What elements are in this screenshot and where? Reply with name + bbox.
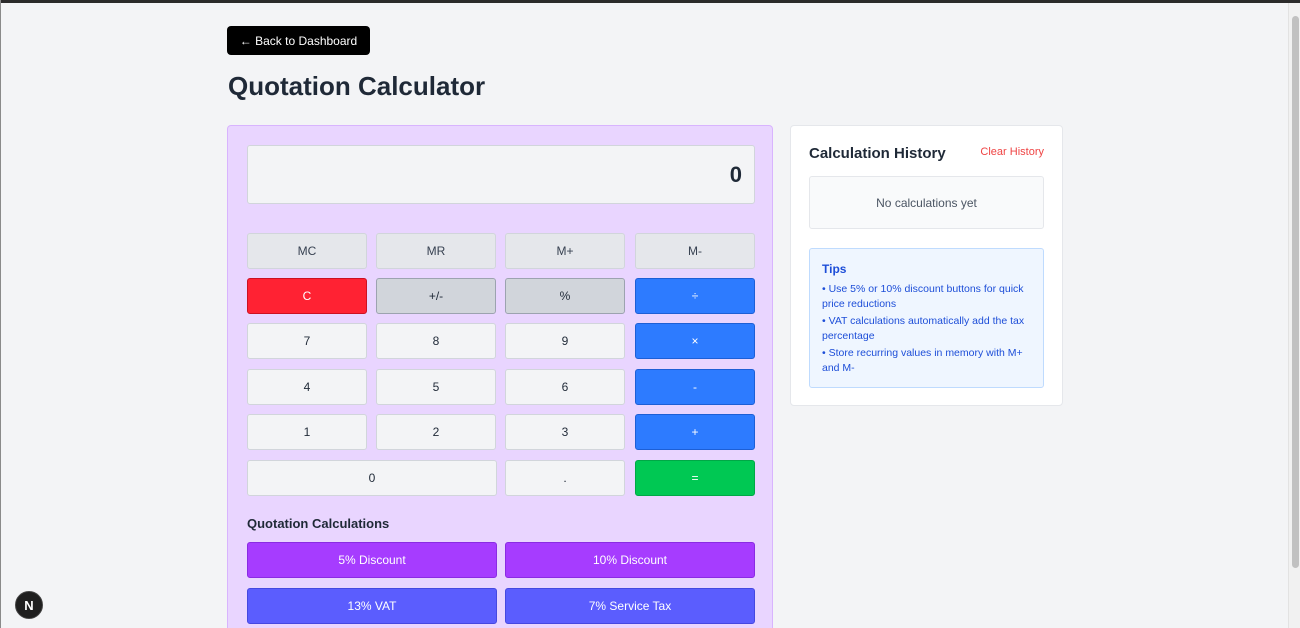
digit-7-button[interactable]: 7 bbox=[247, 323, 367, 359]
equals-button[interactable]: = bbox=[635, 460, 755, 496]
memory-clear-button[interactable]: MC bbox=[247, 233, 367, 269]
digit-4-button[interactable]: 4 bbox=[247, 369, 367, 405]
discount-10-button[interactable]: 10% Discount bbox=[505, 542, 755, 578]
memory-subtract-button[interactable]: M- bbox=[635, 233, 755, 269]
tip-item: • VAT calculations automatically add the… bbox=[822, 315, 1025, 342]
history-panel: Calculation History Clear History No cal… bbox=[790, 125, 1063, 406]
history-title: Calculation History bbox=[809, 145, 946, 162]
add-button[interactable]: + bbox=[635, 414, 755, 450]
digit-2-button[interactable]: 2 bbox=[376, 414, 496, 450]
history-empty-text: No calculations yet bbox=[876, 195, 977, 210]
memory-recall-button[interactable]: MR bbox=[376, 233, 496, 269]
digit-1-button[interactable]: 1 bbox=[247, 414, 367, 450]
digit-8-button[interactable]: 8 bbox=[376, 323, 496, 359]
divide-button[interactable]: ÷ bbox=[635, 278, 755, 314]
tips-title: Tips bbox=[822, 262, 847, 276]
tips-box: Tips • Use 5% or 10% discount buttons fo… bbox=[809, 248, 1044, 388]
digit-5-button[interactable]: 5 bbox=[376, 369, 496, 405]
back-to-dashboard-button[interactable]: ← Back to Dashboard bbox=[227, 26, 370, 55]
display-value: 0 bbox=[729, 161, 742, 187]
digit-6-button[interactable]: 6 bbox=[505, 369, 625, 405]
service-tax-7-button[interactable]: 7% Service Tax bbox=[505, 588, 755, 624]
clear-history-button[interactable]: Clear History bbox=[980, 146, 1044, 158]
digit-9-button[interactable]: 9 bbox=[505, 323, 625, 359]
discount-5-button[interactable]: 5% Discount bbox=[247, 542, 497, 578]
multiply-button[interactable]: × bbox=[635, 323, 755, 359]
toggle-sign-button[interactable]: +/- bbox=[376, 278, 496, 314]
vat-13-button[interactable]: 13% VAT bbox=[247, 588, 497, 624]
scrollbar-thumb[interactable] bbox=[1292, 16, 1299, 568]
page-title: Quotation Calculator bbox=[228, 71, 486, 101]
digit-3-button[interactable]: 3 bbox=[505, 414, 625, 450]
subtract-button[interactable]: - bbox=[635, 369, 755, 405]
nextjs-dev-badge-icon[interactable]: N bbox=[15, 591, 43, 619]
percent-button[interactable]: % bbox=[505, 278, 625, 314]
tip-item: • Store recurring values in memory with … bbox=[822, 347, 1023, 374]
memory-add-button[interactable]: M+ bbox=[505, 233, 625, 269]
decimal-button[interactable]: . bbox=[505, 460, 625, 496]
badge-letter: N bbox=[24, 597, 34, 613]
calculator-panel: 0 MC MR M+ M- C +/- % ÷ 7 8 9 × 4 5 6 - … bbox=[227, 125, 773, 628]
digit-0-button[interactable]: 0 bbox=[247, 460, 497, 496]
tip-item: • Use 5% or 10% discount buttons for qui… bbox=[822, 283, 1024, 310]
window-top-border bbox=[0, 0, 1300, 3]
quotation-section-title: Quotation Calculations bbox=[247, 516, 390, 531]
window-left-border bbox=[0, 0, 1, 628]
history-empty-state: No calculations yet bbox=[809, 176, 1044, 229]
clear-button[interactable]: C bbox=[247, 278, 367, 314]
calculator-display: 0 bbox=[247, 145, 755, 204]
